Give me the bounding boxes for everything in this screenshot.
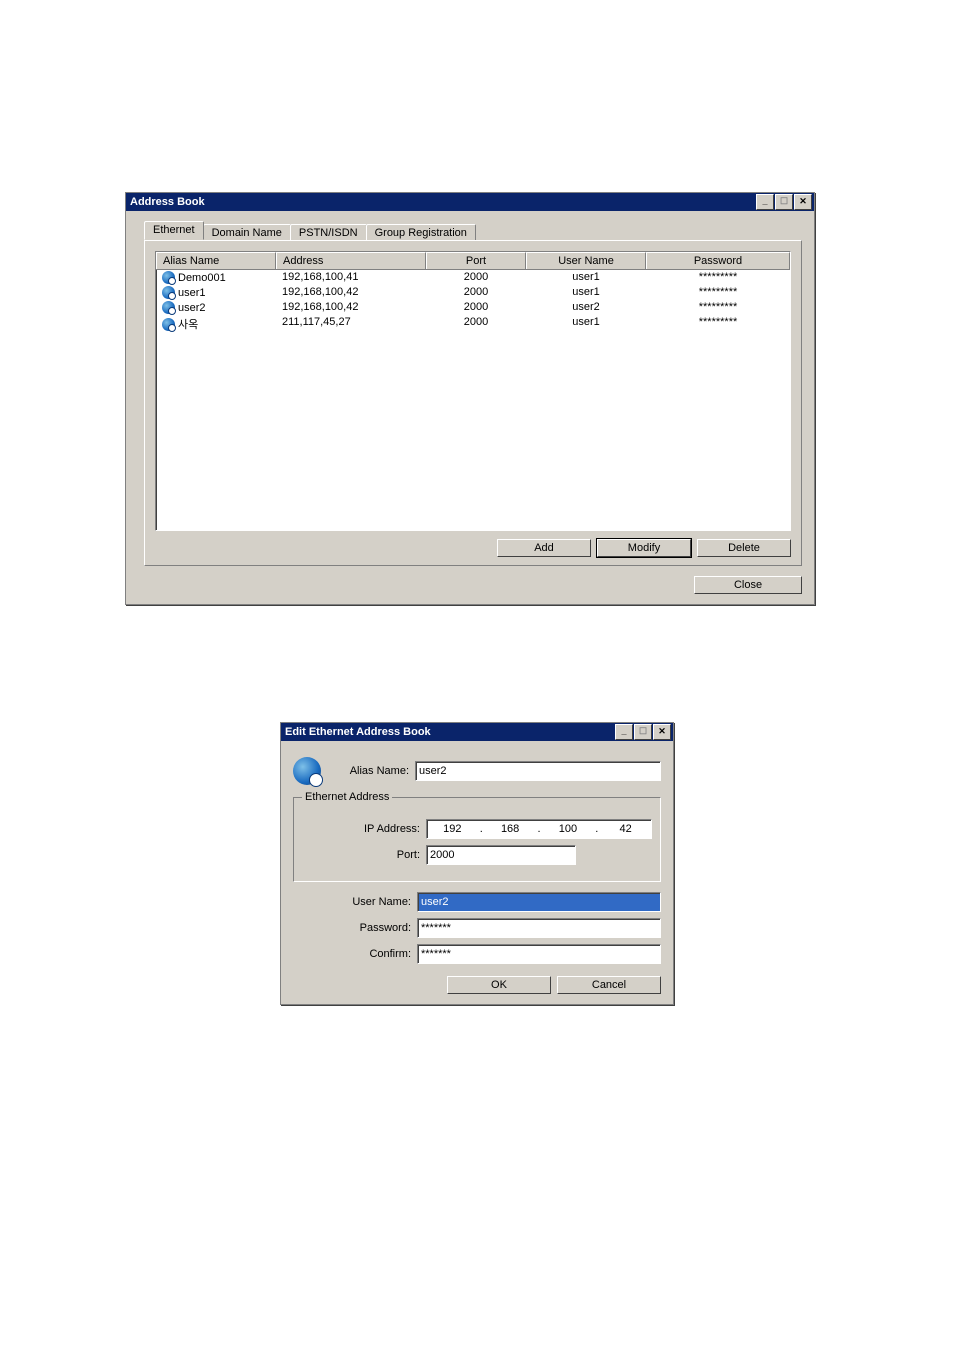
username-input[interactable] (417, 892, 661, 912)
globe-icon (162, 286, 175, 299)
ethernet-address-group: Ethernet Address IP Address: . . . Port: (293, 791, 661, 882)
address-list[interactable]: Alias Name Address Port User Name Passwo… (155, 251, 791, 531)
maximize-button: ☐ (775, 194, 793, 210)
window-title: Address Book (130, 196, 755, 208)
col-port[interactable]: Port (426, 252, 526, 269)
list-row[interactable]: 사옥 211,117,45,27 2000 user1 ********* (156, 315, 790, 333)
ip-label: IP Address: (302, 823, 426, 835)
tab-panel: Alias Name Address Port User Name Passwo… (144, 240, 802, 566)
add-button[interactable]: Add (497, 539, 591, 557)
col-password[interactable]: Password (646, 252, 790, 269)
cell-address: 192,168,100,41 (276, 270, 426, 285)
col-alias[interactable]: Alias Name (156, 252, 276, 269)
globe-icon (162, 318, 175, 331)
cell-port: 2000 (426, 300, 526, 315)
cell-pass: ********* (646, 270, 790, 285)
cell-alias: user1 (178, 287, 206, 299)
minimize-button[interactable]: _ (756, 194, 774, 210)
col-username[interactable]: User Name (526, 252, 646, 269)
alias-label: Alias Name: (325, 765, 415, 777)
close-window-button[interactable]: ✕ (653, 724, 671, 740)
cell-alias: user2 (178, 302, 206, 314)
edit-ethernet-window: Edit Ethernet Address Book _ ☐ ✕ Alias N… (280, 722, 674, 1005)
window-title: Edit Ethernet Address Book (285, 726, 614, 738)
list-row[interactable]: Demo001 192,168,100,41 2000 user1 ******… (156, 270, 790, 285)
password-input[interactable] (417, 918, 661, 938)
globe-icon (162, 271, 175, 284)
globe-icon (162, 301, 175, 314)
tab-ethernet[interactable]: Ethernet (144, 221, 204, 240)
close-button[interactable]: Close (694, 576, 802, 594)
cell-pass: ********* (646, 300, 790, 315)
tab-domain-name[interactable]: Domain Name (203, 224, 291, 241)
ip-seg-3[interactable] (543, 823, 594, 835)
ok-button[interactable]: OK (447, 976, 551, 994)
confirm-label: Confirm: (293, 948, 417, 960)
cell-user: user1 (526, 285, 646, 300)
minimize-button[interactable]: _ (615, 724, 633, 740)
cell-user: user1 (526, 270, 646, 285)
cell-port: 2000 (426, 315, 526, 333)
ip-seg-4[interactable] (600, 823, 651, 835)
titlebar: Edit Ethernet Address Book _ ☐ ✕ (281, 723, 673, 741)
maximize-button: ☐ (634, 724, 652, 740)
cell-address: 192,168,100,42 (276, 285, 426, 300)
group-legend: Ethernet Address (302, 791, 392, 803)
cell-pass: ********* (646, 315, 790, 333)
cancel-button[interactable]: Cancel (557, 976, 661, 994)
confirm-input[interactable] (417, 944, 661, 964)
cell-user: user2 (526, 300, 646, 315)
cell-pass: ********* (646, 285, 790, 300)
cell-alias: 사옥 (178, 316, 198, 332)
ip-seg-1[interactable] (427, 823, 478, 835)
list-row[interactable]: user1 192,168,100,42 2000 user1 ********… (156, 285, 790, 300)
col-address[interactable]: Address (276, 252, 426, 269)
port-input[interactable] (426, 845, 576, 865)
tab-bar: Ethernet Domain Name PSTN/ISDN Group Reg… (144, 221, 802, 240)
alias-input[interactable] (415, 761, 661, 781)
password-label: Password: (293, 922, 417, 934)
list-row[interactable]: user2 192,168,100,42 2000 user2 ********… (156, 300, 790, 315)
tab-pstn-isdn[interactable]: PSTN/ISDN (290, 224, 367, 241)
ip-seg-2[interactable] (485, 823, 536, 835)
cell-user: user1 (526, 315, 646, 333)
cell-address: 211,117,45,27 (276, 315, 426, 333)
cell-alias: Demo001 (178, 272, 226, 284)
port-label: Port: (302, 849, 426, 861)
close-window-button[interactable]: ✕ (794, 194, 812, 210)
cell-port: 2000 (426, 285, 526, 300)
cell-address: 192,168,100,42 (276, 300, 426, 315)
list-header: Alias Name Address Port User Name Passwo… (156, 252, 790, 270)
titlebar: Address Book _ ☐ ✕ (126, 193, 814, 211)
cell-port: 2000 (426, 270, 526, 285)
modify-button[interactable]: Modify (597, 539, 691, 557)
delete-button[interactable]: Delete (697, 539, 791, 557)
username-label: User Name: (293, 896, 417, 908)
tab-group-registration[interactable]: Group Registration (366, 224, 476, 241)
globe-icon (293, 757, 321, 785)
address-book-window: Address Book _ ☐ ✕ Ethernet Domain Name … (125, 192, 815, 605)
ip-address-input[interactable]: . . . (426, 819, 652, 839)
